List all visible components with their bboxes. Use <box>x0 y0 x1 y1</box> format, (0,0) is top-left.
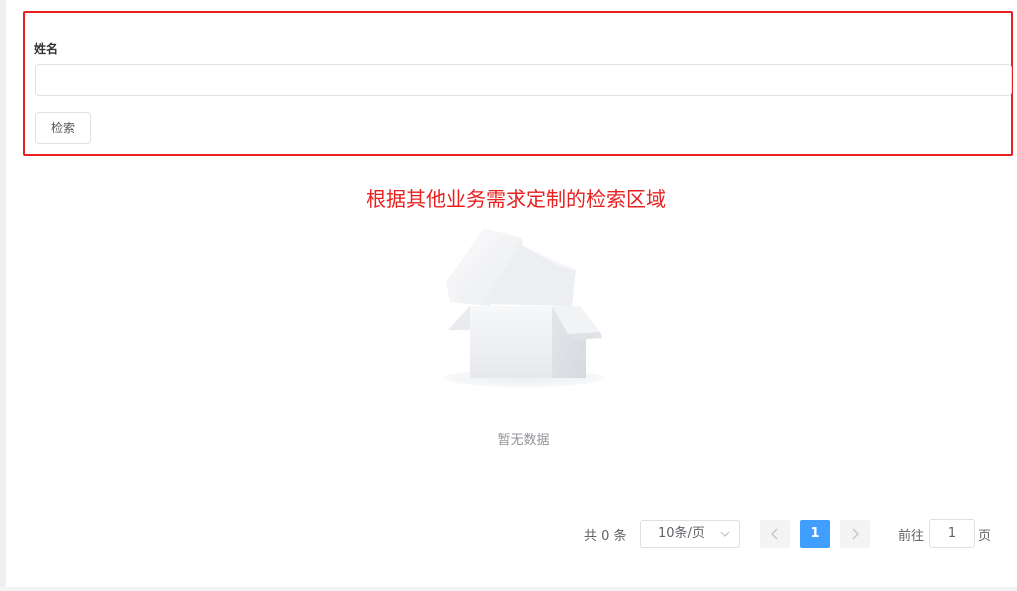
goto-prefix: 前往 <box>898 529 925 544</box>
empty-box-icon <box>444 228 604 387</box>
left-edge-strip <box>0 0 6 591</box>
pagination-total: 共 0 条 <box>584 529 627 544</box>
chevron-right-icon <box>852 528 859 540</box>
annotation-text: 根据其他业务需求定制的检索区域 <box>366 187 666 211</box>
page-size-select[interactable]: 10条/页 <box>640 520 740 548</box>
goto-page-input[interactable] <box>929 519 975 548</box>
name-input[interactable] <box>35 64 1012 96</box>
search-button[interactable]: 检索 <box>35 112 91 144</box>
name-field-label: 姓名 <box>34 42 59 56</box>
chevron-left-icon <box>771 528 778 540</box>
next-page-button[interactable] <box>840 520 870 548</box>
page-size-label: 10条/页 <box>658 526 705 541</box>
bottom-edge-strip <box>0 587 1017 591</box>
chevron-down-icon <box>720 531 730 537</box>
page-number-current[interactable]: 1 <box>800 520 830 548</box>
goto-suffix: 页 <box>978 529 992 544</box>
empty-state-text: 暂无数据 <box>497 433 550 448</box>
prev-page-button[interactable] <box>760 520 790 548</box>
